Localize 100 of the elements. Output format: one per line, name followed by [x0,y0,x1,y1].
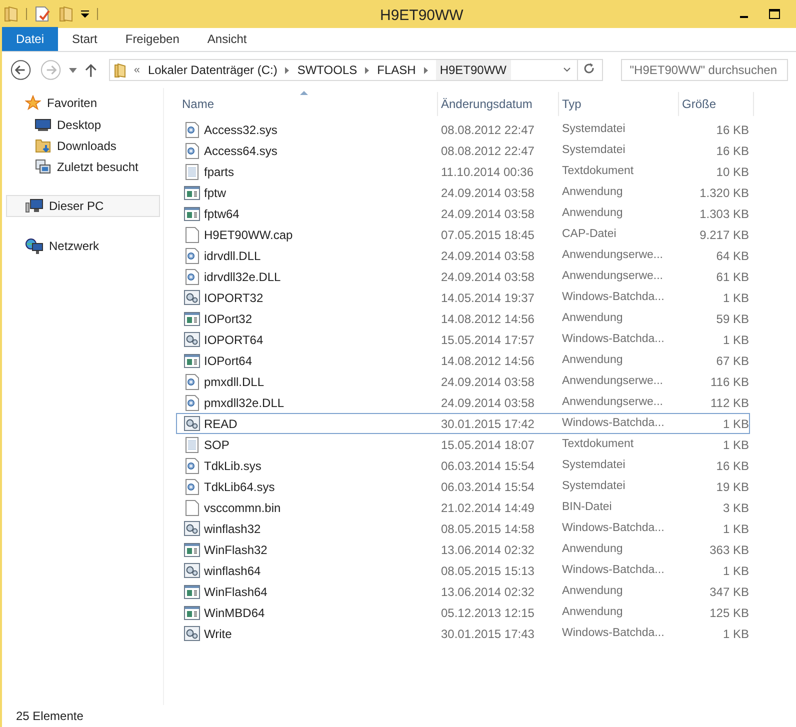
file-row[interactable]: pmxdll.DLL 24.09.2014 03:58 Anwendungserwe... 116 KB [176,371,750,392]
breadcrumb[interactable]: FLASH [377,61,416,79]
file-row[interactable]: H9ET90WW.cap 07.05.2015 18:45 CAP-Datei 9.217 KB [176,224,750,245]
ribbon-tab[interactable]: Ansicht [193,27,261,51]
ribbon-tab[interactable]: Start [58,27,112,51]
date-cell-text: 24.09.2014 03:58 [440,248,536,264]
nav-item[interactable]: Downloads [2,135,163,156]
chevron-right-icon[interactable] [424,66,428,74]
column-header[interactable]: Änderungsdatum [438,92,559,116]
file-row[interactable]: idrvdll32e.DLL 24.09.2014 03:58 Anwendungserwe... 61 KB [176,266,750,287]
date-cell-text: 30.01.2015 17:43 [440,626,536,642]
file-name: vsccommn.bin [204,500,281,516]
file-row[interactable]: IOPort32 14.08.2012 14:56 Anwendung 59 KB [176,308,750,329]
gears-window-icon [184,563,200,578]
search-field[interactable]: "H9ET90WW" durchsuchen [620,59,788,81]
size-cell-text: 64 KB [715,248,749,264]
nav-item[interactable]: Netzwerk [6,235,160,257]
chevron-right-icon[interactable] [365,66,370,74]
date-cell-text: 24.09.2014 03:58 [440,268,536,286]
size-cell-text: 16 KB [715,458,749,474]
file-row[interactable]: READ 30.01.2015 17:42 Windows-Batchda... 1 KB [176,413,750,434]
file-row[interactable]: vsccommn.bin 21.02.2014 14:49 BIN-Datei 3 KB [176,497,750,518]
date-cell-text: 21.02.2014 14:49 [440,500,536,516]
size-cell-text: 112 KB [710,394,749,412]
folder-icon [114,62,126,78]
date-cell-text: 06.03.2014 15:54 [440,458,536,474]
computer-icon [25,199,43,213]
file-row[interactable]: pmxdll32e.DLL 24.09.2014 03:58 Anwendungserwe... 112 KB [176,392,750,413]
window-icon [184,186,200,200]
file-row[interactable]: TdkLib.sys 06.03.2014 15:54 Systemdatei 16 KB [176,455,750,476]
file-name: SOP [204,436,230,454]
ribbon-tab[interactable]: Freigeben [111,27,194,51]
address-bar[interactable]: « Lokaler Datenträger (C:) SWTOOLS FLASH H9ET90WW [108,59,603,81]
window-icon [184,354,200,368]
file-row[interactable]: winflash64 08.05.2015 15:13 Windows-Batchda... 1 KB [176,560,750,581]
blank-document-icon [185,226,199,242]
file-name: IOPort32 [204,310,252,328]
nav-item[interactable]: Zuletzt besucht [2,156,163,177]
date-cell-text: 24.09.2014 03:58 [440,394,536,412]
chevron-right-icon[interactable] [285,66,290,74]
gears-window-icon [184,332,200,347]
file-row[interactable]: fptw 24.09.2014 03:58 Anwendung 1.320 KB [176,182,750,203]
file-row[interactable]: Access64.sys 08.08.2012 22:47 Systemdatei 16 KB [176,140,750,161]
file-row[interactable]: Write 30.01.2015 17:43 Windows-Batchda... 1 KB [176,623,750,644]
file-name: IOPORT64 [204,332,264,348]
date-cell-text: 24.09.2014 03:58 [440,374,536,390]
date-cell-text: 13.06.2014 02:32 [440,542,536,558]
breadcrumb[interactable]: SWTOOLS [297,61,358,79]
gear-document-icon [185,394,199,410]
file-row[interactable]: fparts 11.10.2014 00:36 Textdokument 10 KB [176,161,750,182]
file-row[interactable]: Access32.sys 08.08.2012 22:47 Systemdatei 16 KB [176,119,750,140]
caret-icon[interactable] [69,68,78,72]
gear-document-icon [185,478,199,494]
maximize-icon[interactable] [769,9,780,19]
new-folder-icon [59,6,73,22]
file-name: pmxdll.DLL [204,374,264,390]
nav-item[interactable]: Desktop [2,114,163,135]
breadcrumb[interactable]: H9ET90WW [436,60,511,80]
file-row[interactable]: TdkLib64.sys 06.03.2014 15:54 Systemdatei 19 KB [176,476,750,497]
type-cell-text: Textdokument [561,437,635,452]
file-row[interactable]: WinFlash64 13.06.2014 02:32 Anwendung 347 KB [176,581,750,602]
file-row[interactable]: IOPORT64 15.05.2014 17:57 Windows-Batchda... 1 KB [176,329,750,350]
nav-item[interactable]: Favoriten [6,92,160,114]
text-document-icon [185,436,199,452]
ribbon-tab[interactable]: Datei [2,27,58,51]
breadcrumb[interactable]: Lokaler Datenträger (C:) [148,61,278,79]
gears-window-icon [184,521,200,536]
date-cell-text: 08.08.2012 22:47 [440,142,536,160]
size-cell-text: 1.320 KB [698,184,749,202]
type-cell-text: Anwendung [561,311,624,326]
file-name: READ [204,416,238,432]
type-cell-text: Textdokument [561,164,635,179]
nav-item[interactable]: Dieser PC [6,195,160,217]
dropdown-icon[interactable] [81,10,89,18]
file-row[interactable]: winflash32 08.05.2015 14:58 Windows-Batchda... 1 KB [176,518,750,539]
file-row[interactable]: fptw64 24.09.2014 03:58 Anwendung 1.303 KB [176,203,750,224]
size-cell-text: 363 KB [708,542,749,558]
file-row[interactable]: IOPort64 14.08.2012 14:56 Anwendung 67 KB [176,350,750,371]
column-header[interactable]: Name [180,92,438,116]
file-row[interactable]: idrvdll.DLL 24.09.2014 03:58 Anwendungserwe... 64 KB [176,245,750,266]
date-cell-text: 08.05.2015 15:13 [440,562,536,580]
blank-document-icon [185,500,199,516]
date-cell-text: 14.05.2014 19:37 [440,290,536,306]
gear-document-icon [185,268,199,284]
type-cell-text: Anwendungserwe... [561,269,664,284]
file-name: TdkLib.sys [204,458,262,474]
file-row[interactable]: WinFlash32 13.06.2014 02:32 Anwendung 363 KB [176,539,750,560]
type-cell-text: Systemdatei [561,458,626,473]
file-name: Access64.sys [204,142,278,160]
overflow-chevron[interactable]: « [134,62,140,78]
window-icon [184,542,200,556]
file-name: Write [204,626,232,642]
file-row[interactable]: SOP 15.05.2014 18:07 Textdokument 1 KB [176,434,750,455]
up-arrow-icon[interactable] [85,63,97,77]
back-icon[interactable] [10,59,32,81]
column-header[interactable]: Typ [559,92,679,116]
date-cell-text: 15.05.2014 17:57 [440,332,536,348]
column-header[interactable]: Größe [679,92,754,116]
file-row[interactable]: WinMBD64 05.12.2013 12:15 Anwendung 125 KB [176,602,750,623]
file-row[interactable]: IOPORT32 14.05.2014 19:37 Windows-Batchda... 1 KB [176,287,750,308]
